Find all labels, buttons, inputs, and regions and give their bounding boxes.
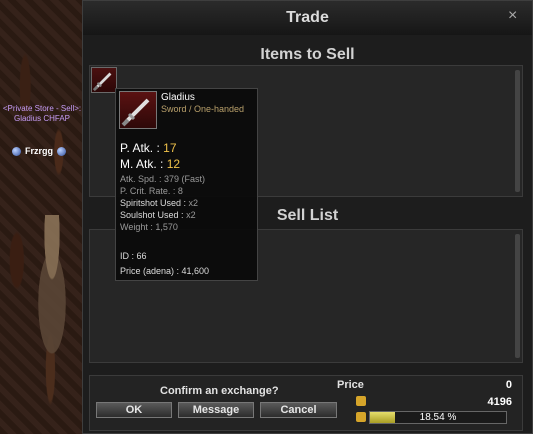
tooltip-weight: Weight : 1,570 <box>120 222 178 232</box>
cancel-button[interactable]: Cancel <box>260 402 337 418</box>
weight-percent-text: 18.54 % <box>419 412 457 423</box>
tooltip-soulshot: Soulshot Used : x2 <box>120 210 196 220</box>
p-atk-label: P. Atk. : <box>120 141 160 155</box>
soulshot-value: x2 <box>186 210 196 220</box>
tooltip-m-atk: M. Atk. : 12 <box>120 157 180 171</box>
spiritshot-value: x2 <box>188 198 199 208</box>
m-atk-label: M. Atk. : <box>120 157 164 171</box>
p-atk-value: 17 <box>163 141 177 155</box>
private-store-title[interactable]: <Private Store - Sell>: Gladius CHFAP <box>0 104 84 124</box>
dialog-title: Trade <box>286 9 329 26</box>
adena-icon <box>356 396 366 406</box>
weight-bar: 18.54 % <box>369 411 507 424</box>
ok-button[interactable]: OK <box>96 402 172 418</box>
sword-icon <box>92 72 112 92</box>
close-icon[interactable]: × <box>508 8 522 24</box>
m-atk-value: 12 <box>166 157 181 171</box>
sword-icon <box>121 98 150 127</box>
player-nameplate: Frzrgg <box>12 146 66 156</box>
soulshot-label: Soulshot Used : <box>120 210 184 220</box>
ally-orb-icon <box>57 146 66 156</box>
dialog-titlebar[interactable]: Trade <box>83 1 532 35</box>
adena-value: 4196 <box>487 396 512 408</box>
player-name: Frzrgg <box>25 146 53 156</box>
items-to-sell-title: Items to Sell <box>260 46 355 63</box>
tooltip-item-name: Gladius <box>161 92 195 103</box>
trade-footer: Confirm an exchange? OK Message Cancel P… <box>89 375 523 431</box>
player-character[interactable] <box>28 215 76 375</box>
tooltip-atk-spd: Atk. Spd. : 379 (Fast) <box>120 174 206 184</box>
item-slot-gladius[interactable] <box>91 67 117 93</box>
price-label: Price <box>337 379 364 391</box>
weight-icon <box>356 412 366 422</box>
tooltip-item-type: Sword / One-handed <box>161 104 245 114</box>
price-value: 0 <box>505 379 512 391</box>
tooltip-crit-rate: P. Crit. Rate. : 8 <box>120 186 183 196</box>
tooltip-p-atk: P. Atk. : 17 <box>120 141 177 155</box>
tooltip-spiritshot: Spiritshot Used : x2 <box>120 198 198 208</box>
clan-orb-icon <box>12 146 21 156</box>
items-to-sell-scrollbar[interactable] <box>515 70 520 192</box>
tooltip-item-icon <box>119 91 157 129</box>
confirm-exchange-label: Confirm an exchange? <box>160 385 279 397</box>
tooltip-price: Price (adena) : 41,600 <box>120 266 210 276</box>
message-button[interactable]: Message <box>178 402 254 418</box>
game-world-background: <Private Store - Sell>: Gladius CHFAP Fr… <box>0 0 84 434</box>
spiritshot-label: Spiritshot Used : <box>120 198 187 208</box>
sell-list-scrollbar[interactable] <box>515 234 520 358</box>
tooltip-id: ID : 66 <box>120 251 147 261</box>
item-tooltip: Gladius Sword / One-handed P. Atk. : 17 … <box>115 88 258 281</box>
